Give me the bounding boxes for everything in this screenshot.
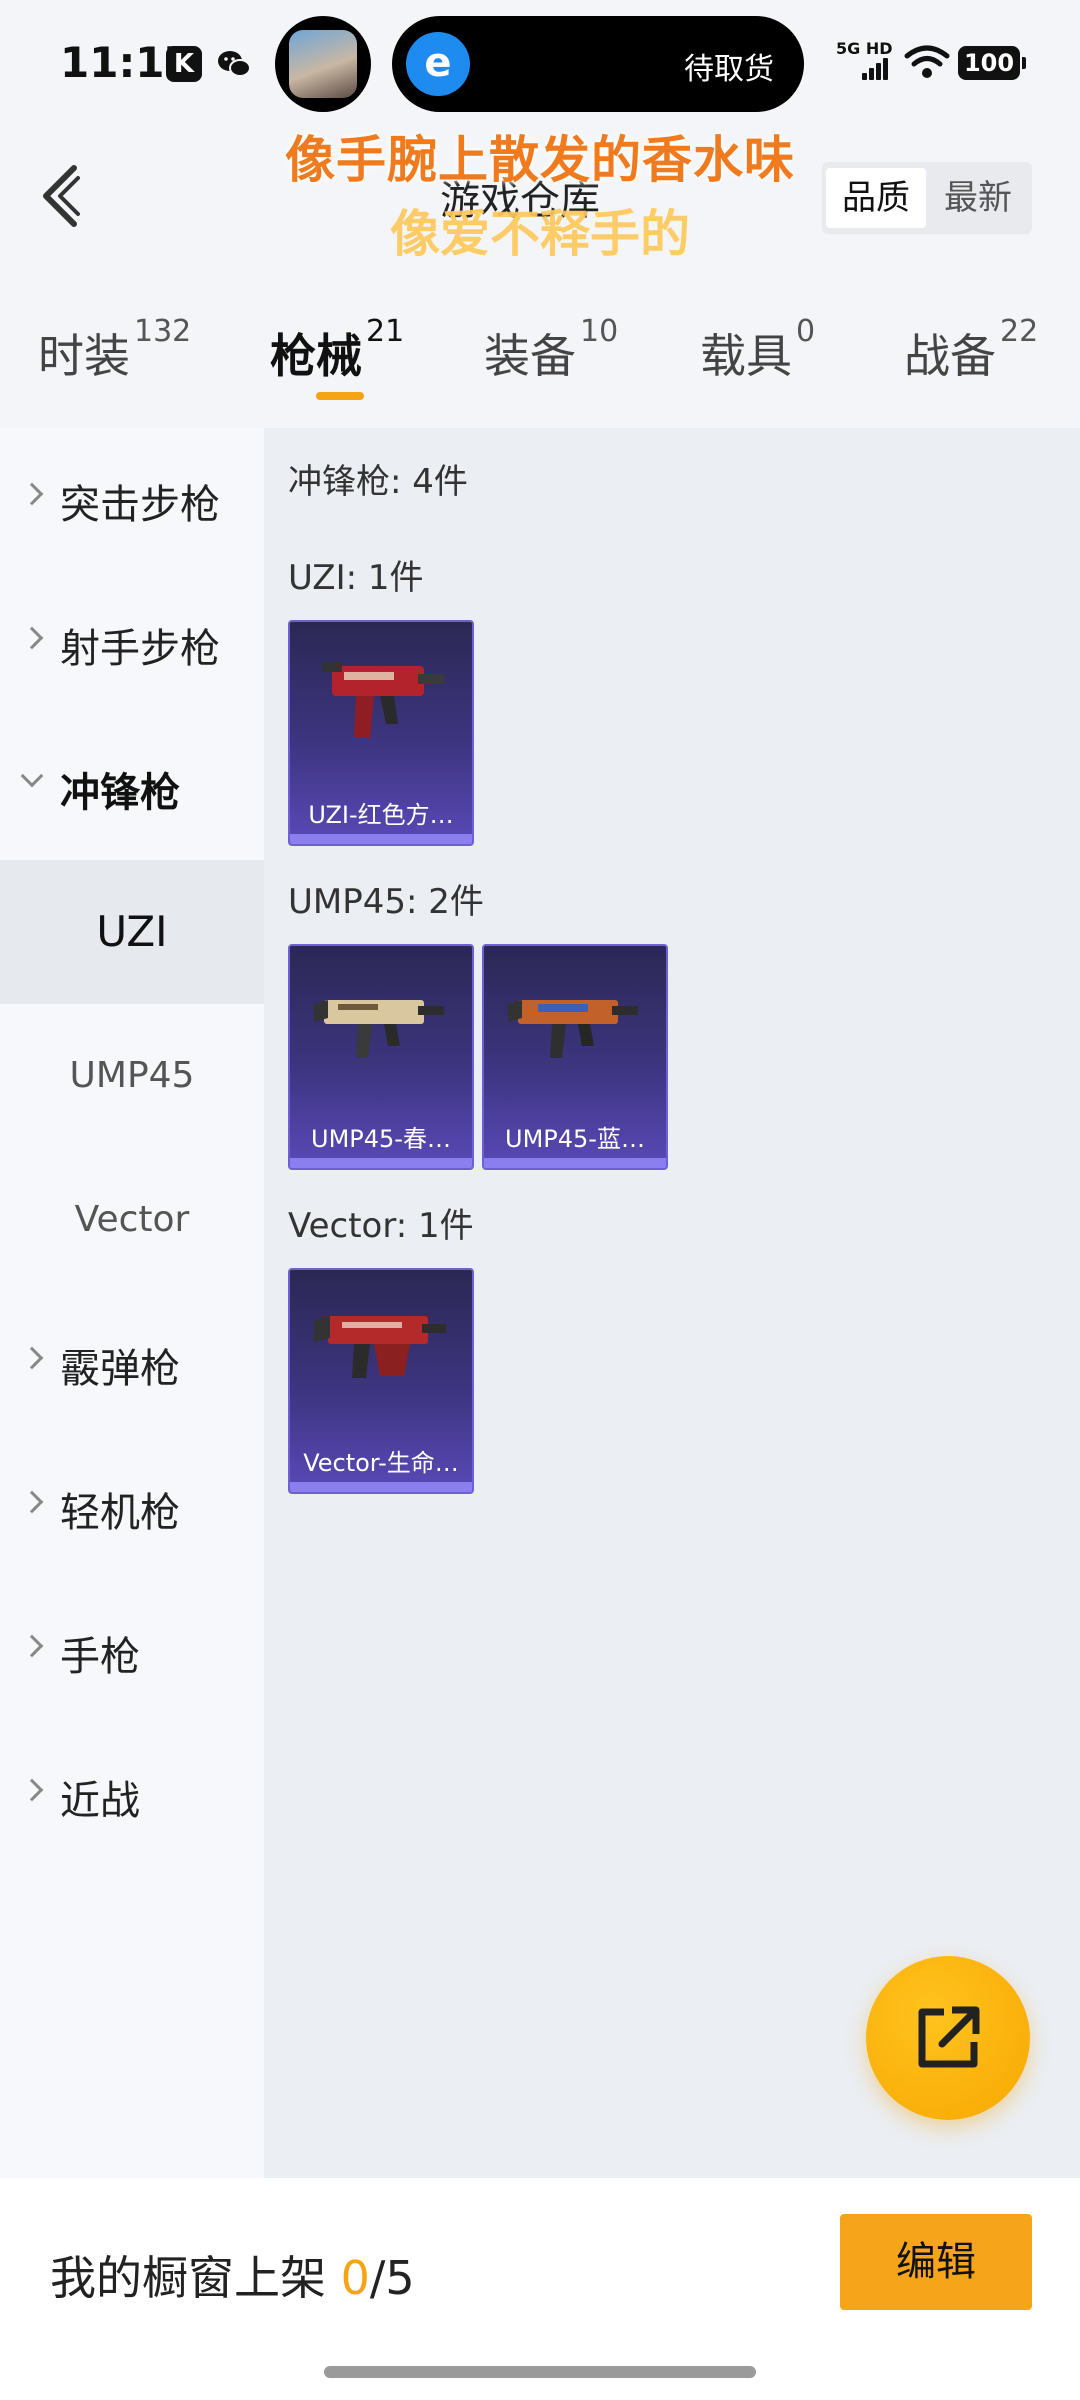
showcase-total: /5: [369, 2251, 415, 2305]
sidebar-item-melee[interactable]: 近战: [0, 1724, 264, 1864]
k-app-icon: K: [166, 46, 202, 82]
group-title-vector: Vector: 1件: [288, 1206, 474, 1246]
sidebar-item-smg[interactable]: 冲锋枪: [0, 716, 264, 856]
category-tabs: 时装 132 枪械 21 装备 10 载具 0 战备 22: [0, 300, 1080, 420]
vector-gun-icon: [314, 1316, 446, 1378]
sort-toggle: 品质 最新: [822, 162, 1032, 234]
battery-indicator: 100: [958, 46, 1026, 80]
edit-button[interactable]: 编辑: [840, 2214, 1032, 2310]
sidebar-item-assault-rifle[interactable]: 突击步枪: [0, 428, 264, 568]
tab-vehicles[interactable]: 载具 0: [700, 314, 815, 386]
signal-icon: [862, 58, 890, 80]
active-tab-indicator: [316, 392, 364, 400]
tab-supplies[interactable]: 战备 22: [904, 314, 1038, 386]
island-text: 待取货: [684, 52, 774, 87]
sidebar-item-marksman-rifle[interactable]: 射手步枪: [0, 572, 264, 712]
weapon-card-ump45-1[interactable]: UMP45-春…: [288, 944, 474, 1170]
group-title-ump45: UMP45: 2件: [288, 882, 484, 922]
chevron-right-icon: [20, 1778, 44, 1802]
weapon-grid: 冲锋枪: 4件 UZI: 1件 UZI-红色方… UMP45: 2件 UMP45…: [264, 428, 1080, 2178]
sidebar-item-lmg[interactable]: 轻机枪: [0, 1436, 264, 1576]
share-fab-button[interactable]: [866, 1956, 1030, 2120]
bottom-bar: 我的橱窗上架 0/5 编辑: [0, 2178, 1080, 2400]
chevron-right-icon: [20, 1490, 44, 1514]
chevron-right-icon: [20, 482, 44, 506]
tab-count: 21: [366, 314, 405, 349]
sidebar: 突击步枪 射手步枪 冲锋枪 UZI UMP45 Vector 霰弹枪 轻机枪 手…: [0, 428, 264, 2178]
wifi-icon: [904, 45, 950, 78]
tab-count: 132: [134, 314, 192, 349]
avatar: [289, 30, 357, 98]
eleme-logo-icon: e: [406, 32, 470, 96]
tab-count: 22: [1000, 314, 1039, 349]
wechat-icon: [216, 46, 252, 82]
chevron-down-icon: [20, 764, 44, 788]
weapon-card-vector[interactable]: Vector-生命…: [288, 1268, 474, 1494]
group-title-uzi: UZI: 1件: [288, 558, 424, 598]
sidebar-subitem-uzi[interactable]: UZI: [0, 860, 264, 1004]
tab-count: 10: [580, 314, 619, 349]
chevron-right-icon: [20, 1634, 44, 1658]
sidebar-subitem-vector[interactable]: Vector: [0, 1148, 264, 1292]
tab-equipment[interactable]: 装备 10: [484, 314, 618, 386]
tab-count: 0: [796, 314, 816, 349]
dynamic-island[interactable]: e 待取货: [392, 16, 804, 112]
showcase-current-count: 0: [340, 2251, 370, 2305]
sort-quality-button[interactable]: 品质: [826, 168, 926, 228]
home-indicator[interactable]: [324, 2366, 756, 2378]
chevron-right-icon: [20, 626, 44, 650]
ump45-gun-icon: [508, 1000, 638, 1058]
sidebar-item-shotgun[interactable]: 霰弹枪: [0, 1292, 264, 1432]
weapon-card-ump45-2[interactable]: UMP45-蓝…: [482, 944, 668, 1170]
weapon-name: UMP45-春…: [311, 1125, 451, 1153]
weapon-name: Vector-生命…: [303, 1449, 459, 1477]
status-bar: 11:17 K e 待取货 5G HD 100: [0, 0, 1080, 130]
ump45-gun-icon: [314, 1000, 444, 1058]
share-external-icon: [918, 2006, 980, 2068]
category-summary: 冲锋枪: 4件: [288, 462, 468, 502]
tab-fashion[interactable]: 时装 132: [38, 314, 191, 386]
weapon-name: UMP45-蓝…: [505, 1125, 645, 1153]
uzi-gun-icon: [322, 662, 444, 738]
sidebar-item-pistol[interactable]: 手枪: [0, 1580, 264, 1720]
sort-newest-button[interactable]: 最新: [928, 168, 1028, 228]
weapon-name: UZI-红色方…: [308, 801, 454, 829]
weapon-card-uzi[interactable]: UZI-红色方…: [288, 620, 474, 846]
showcase-status: 我的橱窗上架 0/5: [50, 2251, 415, 2305]
tab-guns[interactable]: 枪械 21: [270, 314, 404, 386]
network-label: 5G HD: [836, 39, 893, 58]
avatar-pill[interactable]: [275, 16, 371, 112]
sidebar-subitem-ump45[interactable]: UMP45: [0, 1004, 264, 1148]
chevron-right-icon: [20, 1346, 44, 1370]
